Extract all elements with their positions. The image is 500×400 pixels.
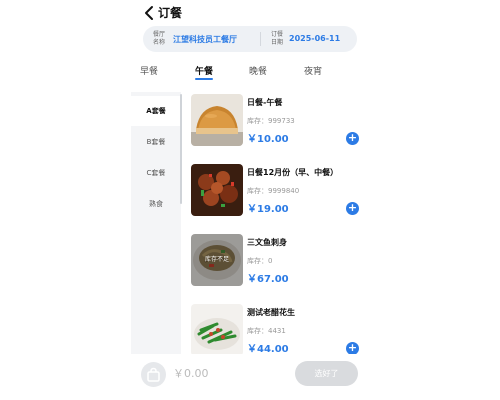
header: 订餐 (131, 0, 369, 26)
category-sidebar: A套餐 B套餐 C套餐 熟食 (131, 92, 181, 354)
page-title: 订餐 (158, 6, 183, 20)
date-label: 订餐日期 (271, 31, 284, 46)
item-price: ￥19.00 (247, 204, 289, 215)
sidebar-item-set-b[interactable]: B套餐 (131, 127, 181, 157)
item-stock: 库存：999733 (247, 117, 295, 125)
item-stock: 库存：4431 (247, 327, 286, 335)
item-name: 三文鱼刺身 (247, 238, 287, 247)
tab-dinner[interactable]: 晚餐 (249, 64, 267, 77)
item-name: 日餐-午餐 (247, 98, 283, 107)
list-item[interactable]: 日餐-午餐 库存：999733 ￥10.00 + (189, 94, 361, 154)
restaurant-label: 餐厅名称 (153, 31, 166, 46)
item-price: ￥44.00 (247, 344, 289, 355)
cart-total: ￥0.00 (173, 367, 209, 380)
order-info-bar: 餐厅名称 江望科技员工餐厅 订餐日期 2025-06-11 (143, 26, 357, 52)
restaurant-value[interactable]: 江望科技员工餐厅 (173, 34, 237, 45)
tab-late-night[interactable]: 夜宵 (304, 64, 322, 77)
sidebar-item-deli[interactable]: 熟食 (131, 189, 181, 219)
submit-button[interactable]: 选好了 (295, 361, 358, 386)
item-stock: 库存：9999840 (247, 187, 300, 195)
food-image (191, 164, 243, 216)
scrollbar[interactable] (180, 94, 182, 204)
list-item[interactable]: 库存不足 三文鱼刺身 库存：0 ￥67.00 (189, 234, 361, 294)
list-item[interactable]: 日餐12月份（早、中餐） 库存：9999840 ￥19.00 + (189, 164, 361, 224)
item-stock: 库存：0 (247, 257, 273, 265)
item-price: ￥10.00 (247, 134, 289, 145)
tab-lunch[interactable]: 午餐 (195, 64, 214, 80)
item-name: 测试老醋花生 (247, 308, 295, 317)
food-image (191, 304, 243, 356)
date-value[interactable]: 2025-06-11 (289, 34, 340, 43)
divider (260, 32, 261, 46)
sidebar-item-set-a[interactable]: A套餐 (131, 96, 181, 126)
sidebar-item-set-c[interactable]: C套餐 (131, 158, 181, 188)
tab-breakfast[interactable]: 早餐 (140, 64, 158, 77)
item-name: 日餐12月份（早、中餐） (247, 168, 339, 177)
add-icon[interactable]: + (346, 132, 359, 145)
sold-out-overlay: 库存不足 (191, 234, 243, 286)
shopping-bag-icon[interactable] (141, 362, 166, 387)
order-page: 订餐 餐厅名称 江望科技员工餐厅 订餐日期 2025-06-11 早餐 午餐 晚… (131, 0, 369, 400)
add-icon[interactable]: + (346, 202, 359, 215)
bottom-bar: ￥0.00 选好了 (131, 354, 369, 400)
back-arrow-icon[interactable] (141, 4, 159, 22)
food-image (191, 94, 243, 146)
item-price: ￥67.00 (247, 274, 289, 285)
meal-tabs: 早餐 午餐 晚餐 夜宵 (131, 64, 369, 84)
